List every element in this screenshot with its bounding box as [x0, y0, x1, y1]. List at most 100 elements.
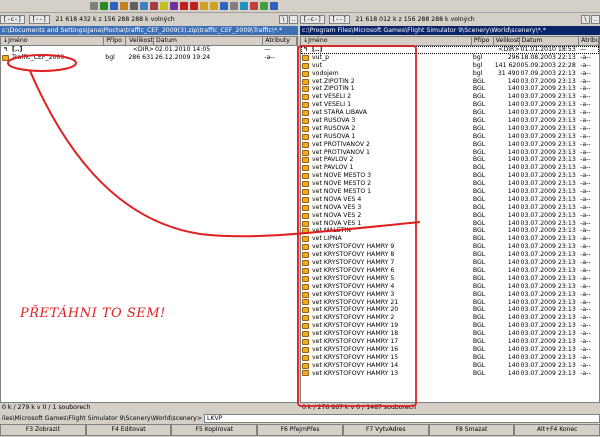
file-row[interactable]: vet KRYSTOFOVY HAMRY 15 BGL 140 03.07.2009 … — [301, 354, 599, 362]
file-row[interactable]: vet NOVA VES 2 BGL 140 03.07.2009 23:13 -a-- — [301, 212, 599, 220]
fkey-button[interactable]: Alt+F4 Konec — [514, 424, 600, 436]
column-name[interactable]: ↓Jméno — [1, 37, 105, 45]
file-name: vet PAVLOV 2 — [301, 156, 472, 164]
sort-icon[interactable] — [150, 2, 158, 10]
file-row[interactable]: vet NOVE MESTO 2 BGL 140 03.07.2009 23:13 -a… — [301, 180, 599, 188]
file-row[interactable]: vet NOVE MESTO 1 BGL 140 03.07.2009 23:13 -a… — [301, 188, 599, 196]
file-row[interactable]: vet KRYSTOFOVY HAMRY 13 BGL 140 03.07.2009 … — [301, 370, 599, 378]
file-row[interactable]: Traffic_CEF_2009 bgl 286 631 26.12.2009 19:… — [1, 54, 297, 62]
file-row[interactable]: vet KRYSTOFOVY HAMRY 4 BGL 140 03.07.2009 2… — [301, 283, 599, 291]
left-drive-root-button[interactable]: [--] — [28, 15, 50, 24]
file-row[interactable]: vet RUSOVA 1 BGL 140 03.07.2009 23:13 -a-- — [301, 133, 599, 141]
file-row[interactable]: vet KRYSTOFOVY HAMRY 9 BGL 140 03.07.2009 2… — [301, 243, 599, 251]
file-row[interactable]: vet PROTIVANOV 1 BGL 140 03.07.2009 23:13 -a… — [301, 149, 599, 157]
file-row[interactable]: vet KRYSTOFOVY HAMRY 20 BGL 140 03.07.2009 … — [301, 306, 599, 314]
left-file-panel[interactable]: ↓Jméno Přípo Velikost Datum Atributy ↰ [.… — [0, 36, 298, 403]
file-row[interactable]: vet NOVA VES 1 BGL 140 03.07.2009 23:13 -a-- — [301, 220, 599, 228]
refresh-icon[interactable] — [100, 2, 108, 10]
file-attr: -a-- — [580, 282, 591, 290]
file-row[interactable]: vet VESELI 2 BGL 140 03.07.2009 23:13 -a-- — [301, 93, 599, 101]
column-attr[interactable]: Atributy — [579, 37, 599, 45]
fkey-button[interactable]: F6 PřejmPřes — [257, 424, 343, 436]
file-row[interactable]: vet NOVA VES 4 BGL 140 03.07.2009 23:13 -a-- — [301, 196, 599, 204]
parent-dir-row[interactable]: ↰ [..] <DIR> 01.01.2010 18:53 — — [301, 46, 599, 54]
fkey-button[interactable]: F3 Zobrazit — [0, 424, 86, 436]
column-attr[interactable]: Atributy — [263, 37, 297, 45]
unpack-icon[interactable] — [210, 2, 218, 10]
file-row[interactable]: vet KRYSTOFOVY HAMRY 5 BGL 140 03.07.2009 2… — [301, 275, 599, 283]
left-root-dir-button[interactable]: \ — [279, 15, 288, 24]
column-date[interactable]: Datum — [520, 37, 580, 45]
right-drive-root-button[interactable]: [--] — [328, 15, 350, 24]
right-file-panel[interactable]: ↓Jméno Přípo Velikost Datum Atributy ↰[.… — [300, 36, 600, 403]
file-row[interactable]: vet LIPNA BGL 140 03.07.2009 23:13 -a-- — [301, 235, 599, 243]
column-size[interactable]: Velikost — [126, 37, 154, 45]
notepad-icon[interactable] — [260, 2, 268, 10]
file-row[interactable]: vet PROTIVANOV 2 BGL 140 03.07.2009 23:13 -a… — [301, 141, 599, 149]
file-row[interactable]: vet KRYSTOFOVY HAMRY 18 BGL 140 03.07.2009 … — [301, 330, 599, 338]
file-row[interactable]: vut bgl 141 620 05.09.2003 22:28 -a-- — [301, 62, 599, 70]
fkey-button[interactable]: F8 Smazat — [428, 424, 515, 436]
column-date[interactable]: Datum — [154, 37, 264, 45]
thumbs-icon[interactable] — [140, 2, 148, 10]
column-ext[interactable]: Přípo — [104, 37, 127, 45]
file-row[interactable]: vet STARA LIBAVA BGL 140 03.07.2009 23:13 -a… — [301, 109, 599, 117]
file-attr: -a-- — [580, 203, 591, 211]
left-drive-select[interactable]: [-c-] — [0, 15, 25, 24]
file-row[interactable]: vet PAVLOV 2 BGL 140 03.07.2009 23:13 -a-- — [301, 156, 599, 164]
file-row[interactable]: vet RUSOVA 2 BGL 140 03.07.2009 23:13 -a-- — [301, 125, 599, 133]
file-name: vet KRYSTOFOVY HAMRY 19 — [301, 322, 472, 330]
fkey-button[interactable]: F5 Kopírovat — [171, 424, 258, 436]
file-row[interactable]: vet KRYSTOFOVY HAMRY 8 BGL 140 03.07.2009 2… — [301, 251, 599, 259]
list-icon[interactable] — [130, 2, 138, 10]
file-attr: — — [580, 46, 587, 53]
rename-icon[interactable] — [230, 2, 238, 10]
file-row[interactable]: vut_p bgl 296 18.08.2003 22:13 -a-- — [301, 54, 599, 62]
disconnect-icon[interactable] — [250, 2, 258, 10]
invert-icon[interactable] — [170, 2, 178, 10]
back-icon[interactable] — [180, 2, 188, 10]
file-row[interactable]: vet ZIPOTIN 1 BGL 140 03.07.2009 23:13 -a-- — [301, 85, 599, 93]
help-icon[interactable] — [270, 2, 278, 10]
left-parent-dir-button[interactable]: .. — [289, 15, 298, 24]
settings-icon[interactable] — [90, 2, 98, 10]
file-row[interactable]: vodojem bgl 31 490 07.09.2003 22:13 -a-- — [301, 70, 599, 78]
file-icon — [302, 102, 309, 109]
right-drive-select[interactable]: [-c-] — [300, 15, 325, 24]
file-row[interactable]: vet KRYSTOFOVY HAMRY 14 BGL 140 03.07.2009 … — [301, 362, 599, 370]
file-row[interactable]: vet KRYSTOFOVY HAMRY 21 BGL 140 03.07.2009 … — [301, 299, 599, 307]
file-row[interactable]: vet NOVA VES 3 BGL 140 03.07.2009 23:13 -a-- — [301, 204, 599, 212]
fkey-button[interactable]: F4 Editovat — [85, 424, 172, 436]
search-icon[interactable] — [220, 2, 228, 10]
file-row[interactable]: vet KRYSTOFOVY HAMRY 6 BGL 140 03.07.2009 2… — [301, 267, 599, 275]
right-path-bar[interactable]: c:\Program Files\Microsoft Games\Flight … — [300, 26, 600, 35]
file-date: 03.07.2009 23:13 — [520, 337, 576, 345]
column-size[interactable]: Velikost — [494, 37, 520, 45]
file-row[interactable]: vet MALETIN BGL 140 03.07.2009 23:13 -a-- — [301, 227, 599, 235]
file-row[interactable]: vet PAVLOV 1 BGL 140 03.07.2009 23:13 -a-- — [301, 164, 599, 172]
ftp-icon[interactable] — [240, 2, 248, 10]
left-path-bar[interactable]: c:\Documents and Settings\Jana\Plocha\tr… — [0, 26, 298, 35]
file-row[interactable]: vet KRYSTOFOVY HAMRY 17 BGL 140 03.07.2009 … — [301, 338, 599, 346]
column-name[interactable]: ↓Jméno — [301, 37, 472, 45]
file-row[interactable]: vet KRYSTOFOVY HAMRY 16 BGL 140 03.07.2009 … — [301, 346, 599, 354]
file-row[interactable]: vet KRYSTOFOVY HAMRY 2 BGL 140 03.07.2009 2… — [301, 314, 599, 322]
parent-dir-row[interactable]: ↰ [..] <DIR> 02.01.2010 14:05 — — [1, 46, 297, 54]
file-row[interactable]: vet KRYSTOFOVY HAMRY 3 BGL 140 03.07.2009 2… — [301, 291, 599, 299]
right-parent-dir-button[interactable]: .. — [591, 15, 600, 24]
file-row[interactable]: vet VESELI 1 BGL 140 03.07.2009 23:13 -a-- — [301, 101, 599, 109]
column-ext[interactable]: Přípo — [472, 37, 494, 45]
file-row[interactable]: vet KRYSTOFOVY HAMRY 7 BGL 140 03.07.2009 2… — [301, 259, 599, 267]
fkey-button[interactable]: F7 VytvAdres — [342, 424, 429, 436]
file-row[interactable]: vet KRYSTOFOVY HAMRY 19 BGL 140 03.07.2009 … — [301, 322, 599, 330]
views-icon[interactable] — [110, 2, 118, 10]
filter-icon[interactable] — [160, 2, 168, 10]
file-row[interactable]: vet ZIPOTIN 2 BGL 140 03.07.2009 23:13 -a-- — [301, 78, 599, 86]
forward-icon[interactable] — [190, 2, 198, 10]
pack-icon[interactable] — [200, 2, 208, 10]
command-line-input[interactable]: LKVP — [204, 413, 600, 423]
file-row[interactable]: vet NOVE MESTO 3 BGL 140 03.07.2009 23:13 -a… — [301, 172, 599, 180]
file-row[interactable]: vet RUSOVA 3 BGL 140 03.07.2009 23:13 -a-- — [301, 117, 599, 125]
right-root-dir-button[interactable]: \ — [581, 15, 590, 24]
tree-icon[interactable] — [120, 2, 128, 10]
